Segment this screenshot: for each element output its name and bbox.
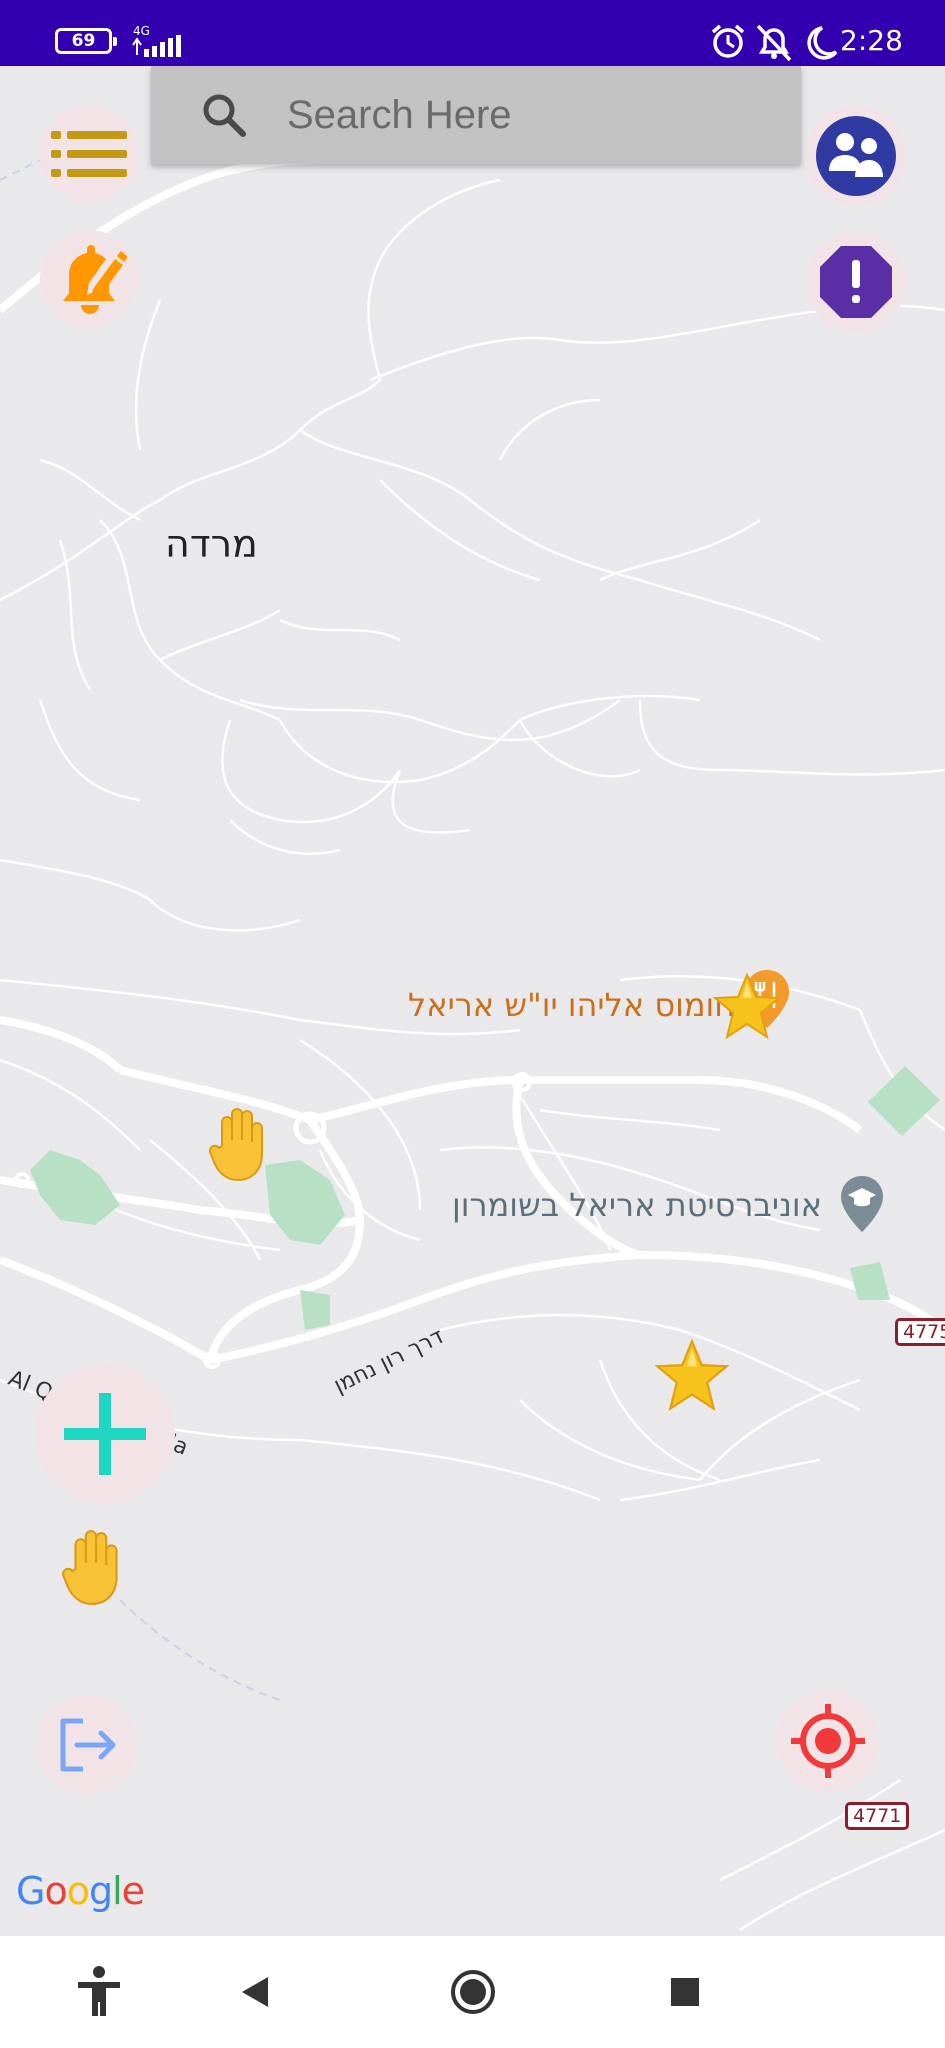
my-location-button[interactable]	[777, 1690, 879, 1792]
do-not-disturb-moon-icon	[807, 26, 838, 60]
clock: 2:28	[840, 24, 903, 57]
list-icon	[51, 131, 127, 177]
add-button[interactable]	[35, 1364, 175, 1504]
google-letter: G	[16, 1869, 45, 1913]
edit-bell-button[interactable]	[40, 230, 138, 328]
search-input[interactable]	[287, 86, 767, 144]
poi-university-label[interactable]: אוניברסיטת אריאל בשומרון	[452, 1186, 822, 1224]
hand-marker-icon[interactable]	[208, 1106, 274, 1182]
group-icon	[816, 116, 896, 196]
city-label: מרדה	[165, 522, 258, 566]
google-letter: o	[44, 1869, 67, 1913]
alarm-icon	[711, 24, 745, 58]
google-letter: o	[66, 1869, 90, 1913]
accessibility-icon	[78, 1966, 120, 2016]
plus-icon	[64, 1393, 146, 1475]
accessibility-button[interactable]	[44, 1936, 154, 2048]
group-button[interactable]	[806, 106, 906, 206]
exit-icon	[60, 1718, 116, 1772]
map-view[interactable]: מרדה חומוס אליהו יו"ש אריאל אוניברסיטת א…	[0, 66, 945, 1936]
status-icons	[711, 24, 838, 62]
list-button[interactable]	[40, 105, 138, 203]
signal-strength-icon	[132, 35, 181, 57]
star-marker-icon[interactable]	[712, 972, 782, 1042]
back-button[interactable]	[200, 1936, 310, 2048]
search-icon[interactable]	[201, 92, 247, 138]
home-button[interactable]	[418, 1936, 528, 2048]
star-marker-icon[interactable]	[654, 1338, 730, 1414]
home-icon	[451, 1970, 495, 2014]
exit-button[interactable]	[37, 1695, 137, 1795]
alert-button[interactable]	[806, 232, 906, 332]
edit-bell-icon	[63, 245, 127, 314]
notifications-off-icon	[756, 24, 792, 62]
google-attribution: Google	[16, 1869, 145, 1913]
google-letter: l	[112, 1869, 123, 1913]
google-letter: g	[88, 1869, 113, 1913]
recents-button[interactable]	[630, 1936, 740, 2048]
navigation-bar	[0, 1936, 945, 2048]
recents-icon	[671, 1978, 699, 2006]
gps-target-icon	[791, 1704, 865, 1778]
search-bar[interactable]	[151, 66, 801, 164]
alert-octagon-icon	[820, 246, 892, 318]
battery-indicator: 69	[55, 28, 117, 54]
status-bar: 69 4G 2:28	[0, 0, 945, 66]
route-shield: 4771	[845, 1802, 910, 1830]
route-shield: 4775	[895, 1318, 945, 1346]
hand-marker-icon[interactable]	[60, 1528, 130, 1606]
back-icon	[242, 1977, 268, 2007]
university-pin-icon[interactable]	[838, 1174, 886, 1234]
google-letter: e	[121, 1869, 145, 1913]
screen: 69 4G 2:28 מרדה חומוס אליהו יו"ש אריאל א…	[0, 0, 945, 2048]
poi-restaurant-label[interactable]: חומוס אליהו יו"ש אריאל	[408, 986, 735, 1024]
